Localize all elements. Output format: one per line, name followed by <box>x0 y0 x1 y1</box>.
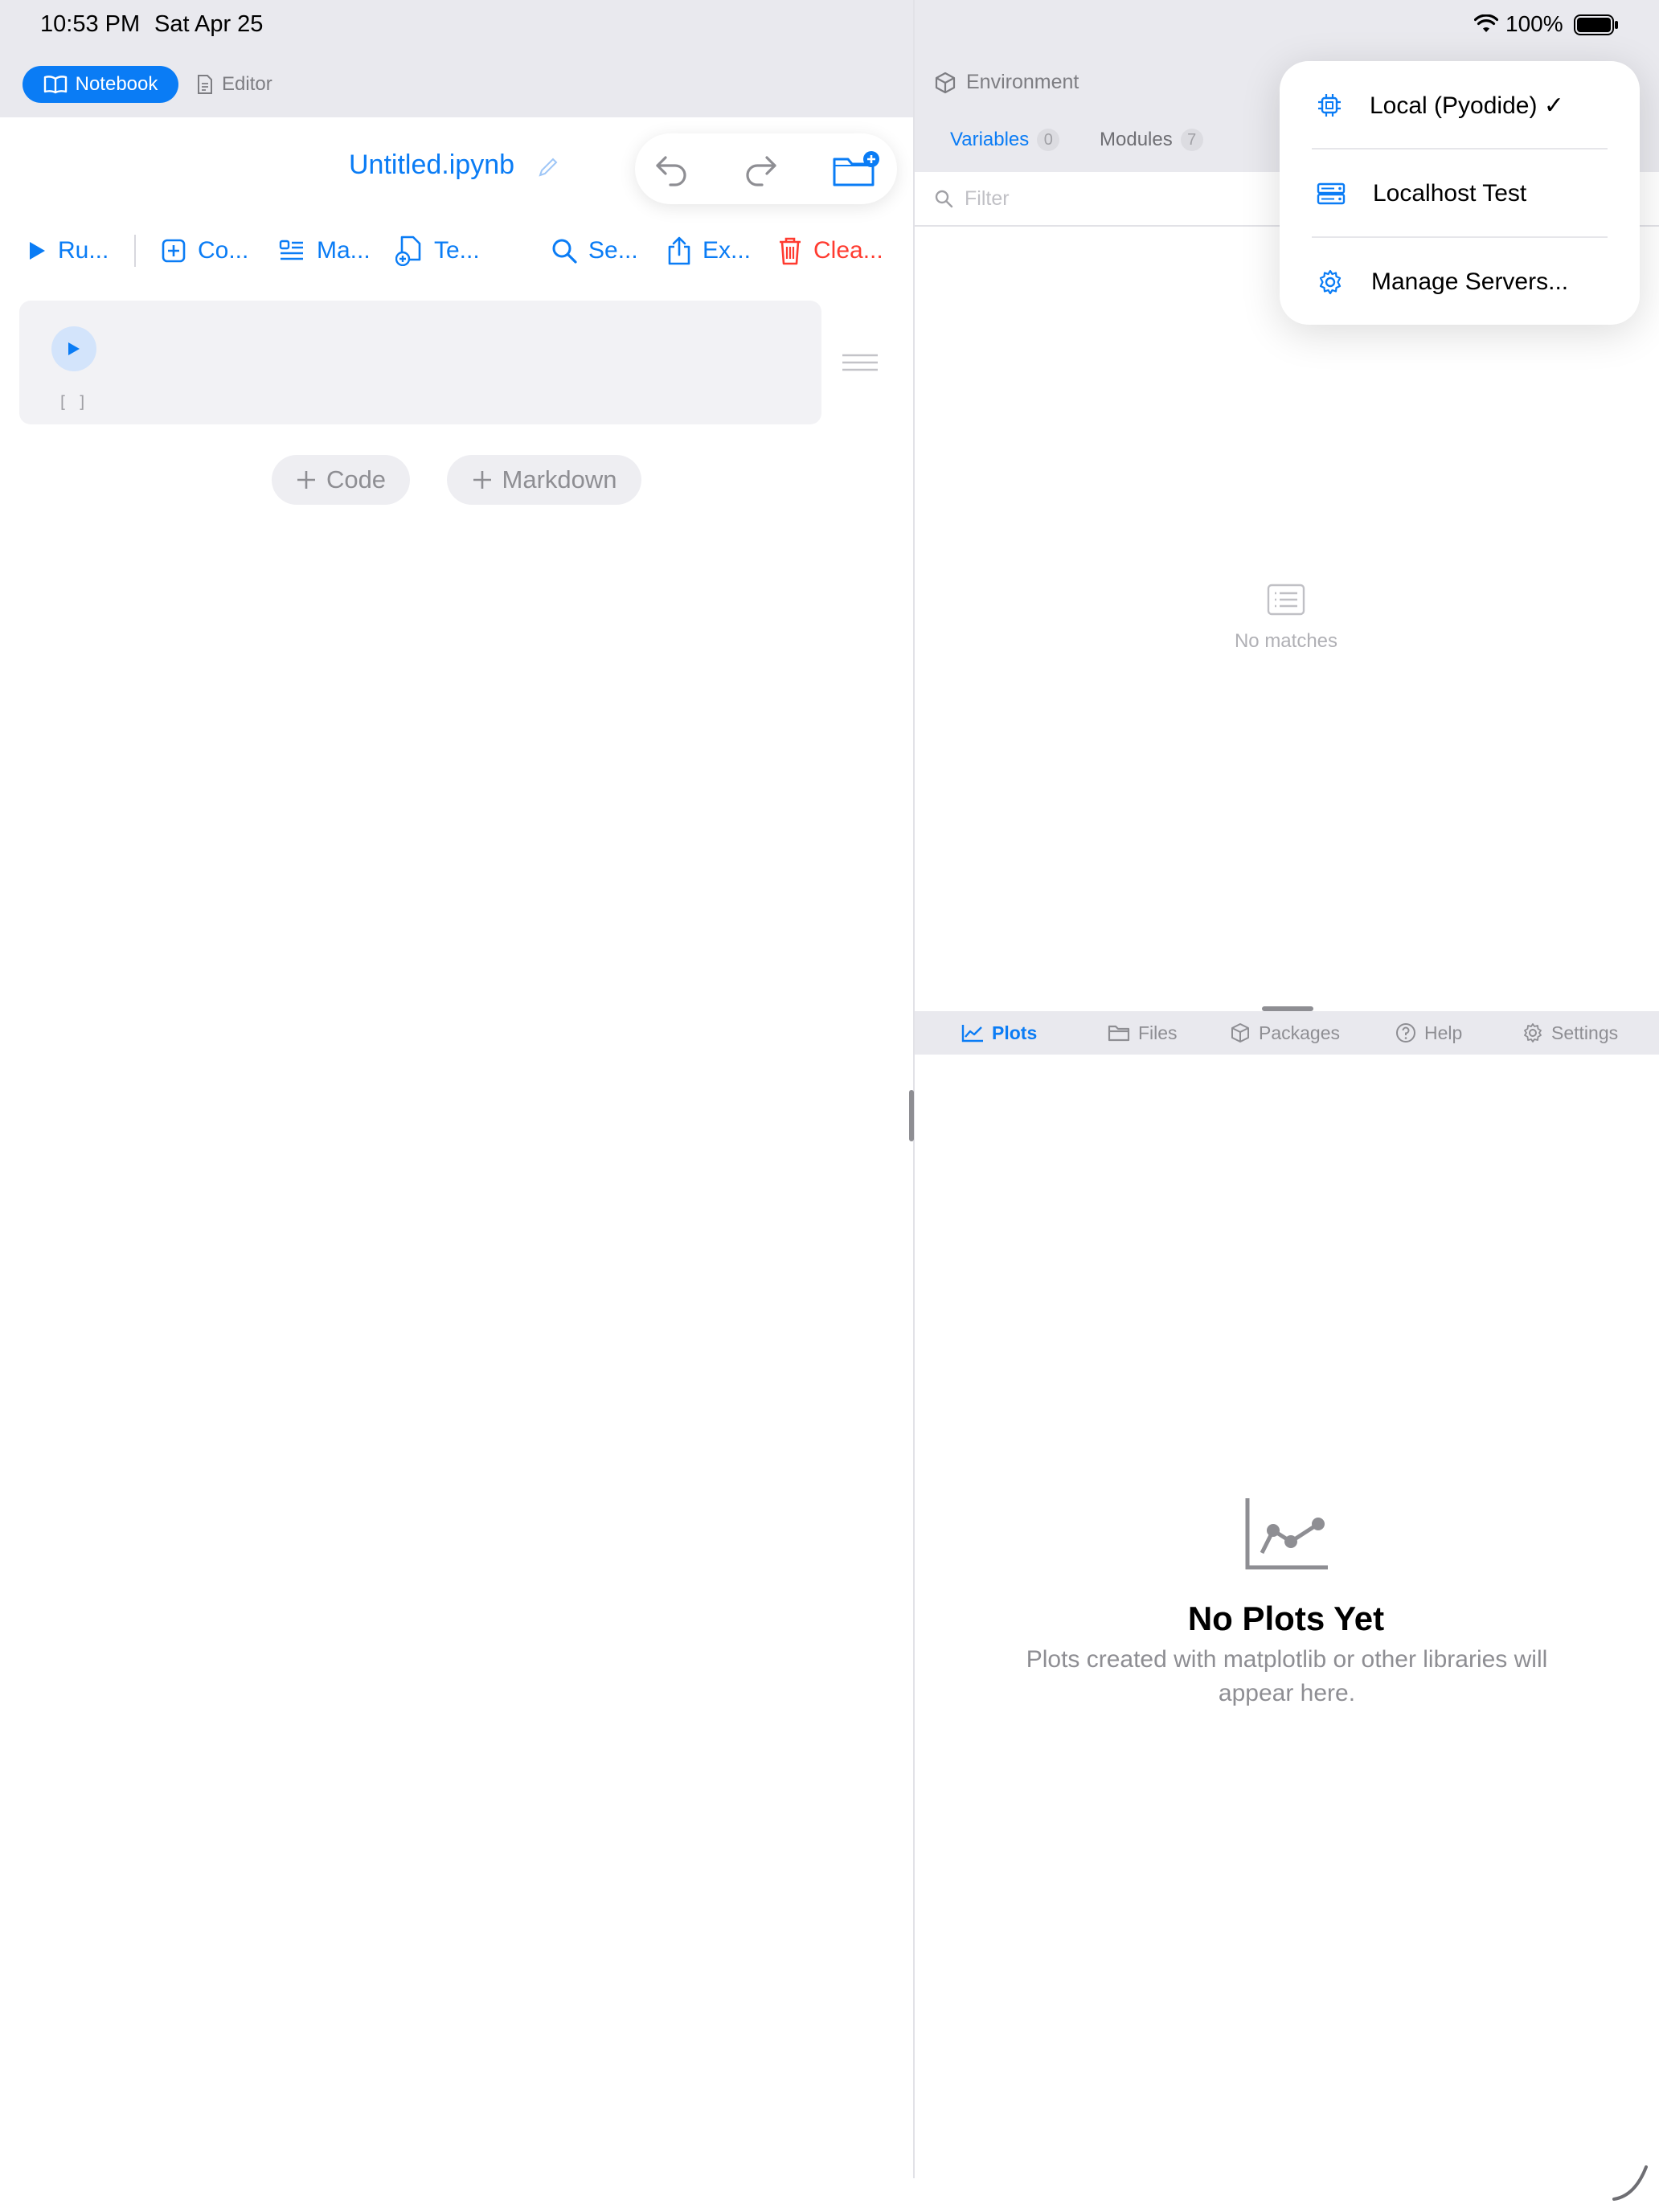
tab-plots[interactable]: Plots <box>961 1021 1037 1045</box>
pencil-icon[interactable] <box>537 156 559 178</box>
status-time: 10:53 PM <box>40 11 141 37</box>
drag-handle-icon[interactable] <box>842 354 878 371</box>
add-code-label: Code <box>326 465 387 494</box>
battery-icon <box>1574 14 1619 35</box>
question-icon <box>1395 1022 1416 1043</box>
menu-item-label: Local (Pyodide) ✓ <box>1370 92 1564 119</box>
tab-variables[interactable]: Variables 0 <box>950 129 1060 151</box>
tab-packages-label: Packages <box>1259 1022 1341 1043</box>
chart-icon <box>1244 1497 1329 1571</box>
add-code-cell-button[interactable]: Co... <box>161 233 248 268</box>
notebook-title[interactable]: Untitled.ipynb <box>349 150 514 181</box>
templates-button[interactable]: Te... <box>395 233 480 268</box>
status-date: Sat Apr 25 <box>154 11 264 37</box>
run-label: Ru... <box>58 237 109 264</box>
plots-empty-title: No Plots Yet <box>1187 1600 1385 1637</box>
template-icon <box>395 236 423 266</box>
server-icon <box>1317 182 1346 205</box>
search-icon <box>934 189 953 208</box>
variables-count-badge: 0 <box>1037 129 1060 151</box>
menu-item-label: Localhost Test <box>1373 180 1527 207</box>
redo-icon[interactable] <box>741 150 780 188</box>
new-folder-icon[interactable] <box>831 150 881 190</box>
menu-item-manage-servers[interactable]: Manage Servers... <box>1280 238 1640 326</box>
clear-label: Clea... <box>813 237 883 264</box>
add-markdown-cell-button[interactable]: Ma... <box>278 233 371 268</box>
add-code-cell-icon <box>161 238 186 264</box>
add-markdown-cell-label: Ma... <box>317 237 371 264</box>
play-icon <box>27 240 47 261</box>
code-cell[interactable] <box>19 301 821 424</box>
chart-icon <box>961 1023 984 1043</box>
editor-mode-label: Editor <box>222 73 272 95</box>
add-markdown-label: Markdown <box>502 465 617 494</box>
environment-title-label: Environment <box>966 71 1079 93</box>
tab-settings-label: Settings <box>1551 1022 1619 1043</box>
tab-settings[interactable]: Settings <box>1522 1021 1618 1045</box>
search-icon <box>551 238 577 264</box>
box-icon <box>934 72 956 94</box>
toolbar-divider <box>134 235 136 267</box>
trash-icon <box>778 236 802 265</box>
run-button[interactable]: Ru... <box>27 233 109 268</box>
tab-modules-label: Modules <box>1100 129 1173 150</box>
notebook-mode-label: Notebook <box>75 73 158 95</box>
plus-icon <box>472 469 493 490</box>
clear-button[interactable]: Clea... <box>778 233 883 268</box>
document-icon <box>196 74 214 95</box>
cell-run-button[interactable] <box>51 326 96 371</box>
menu-item-label: Manage Servers... <box>1371 268 1569 295</box>
empty-state-text: No matches <box>1234 630 1338 652</box>
split-view-divider <box>913 0 915 2178</box>
plots-empty-description: Plots created with matplotlib or other l… <box>1026 1646 1548 1706</box>
list-icon <box>1267 584 1305 616</box>
templates-label: Te... <box>434 237 480 264</box>
add-code-button[interactable]: Code <box>272 455 410 505</box>
cpu-chip-icon <box>1317 92 1342 118</box>
tab-help[interactable]: Help <box>1395 1021 1462 1045</box>
menu-item-local-pyodide[interactable]: Local (Pyodide) ✓ <box>1280 61 1640 150</box>
environment-title: Environment <box>934 71 1079 94</box>
editor-mode-button[interactable]: Editor <box>196 66 272 103</box>
markdown-icon <box>278 238 305 264</box>
tab-files[interactable]: Files <box>1108 1021 1178 1045</box>
modules-count-badge: 7 <box>1180 129 1203 151</box>
pencil-indicator-icon <box>1611 2164 1649 2202</box>
tab-files-label: Files <box>1138 1022 1178 1043</box>
export-button[interactable]: Ex... <box>667 233 751 268</box>
undo-icon[interactable] <box>653 150 691 188</box>
share-icon <box>667 236 691 265</box>
notebook-mode-button[interactable]: Notebook <box>23 66 178 103</box>
cell-execution-prompt: [ ] <box>58 392 88 412</box>
battery-percentage: 100% <box>1505 11 1563 36</box>
export-label: Ex... <box>703 237 752 264</box>
add-code-cell-label: Co... <box>198 237 249 264</box>
gear-icon <box>1522 1022 1543 1043</box>
folder-icon <box>1108 1024 1130 1042</box>
search-label: Se... <box>588 237 638 264</box>
tab-modules[interactable]: Modules 7 <box>1100 129 1203 151</box>
search-button[interactable]: Se... <box>551 233 638 268</box>
menu-item-localhost-test[interactable]: Localhost Test <box>1280 150 1640 238</box>
plus-icon <box>296 469 317 490</box>
tab-plots-label: Plots <box>992 1022 1038 1043</box>
play-icon <box>67 341 81 357</box>
wifi-icon <box>1474 14 1498 34</box>
box-icon <box>1230 1022 1251 1043</box>
gear-icon <box>1317 268 1344 296</box>
split-view-grabber[interactable] <box>909 1090 914 1141</box>
add-markdown-button[interactable]: Markdown <box>447 455 641 505</box>
tab-help-label: Help <box>1424 1022 1463 1043</box>
tab-packages[interactable]: Packages <box>1230 1021 1340 1045</box>
tab-variables-label: Variables <box>950 129 1030 150</box>
book-icon <box>43 75 68 94</box>
